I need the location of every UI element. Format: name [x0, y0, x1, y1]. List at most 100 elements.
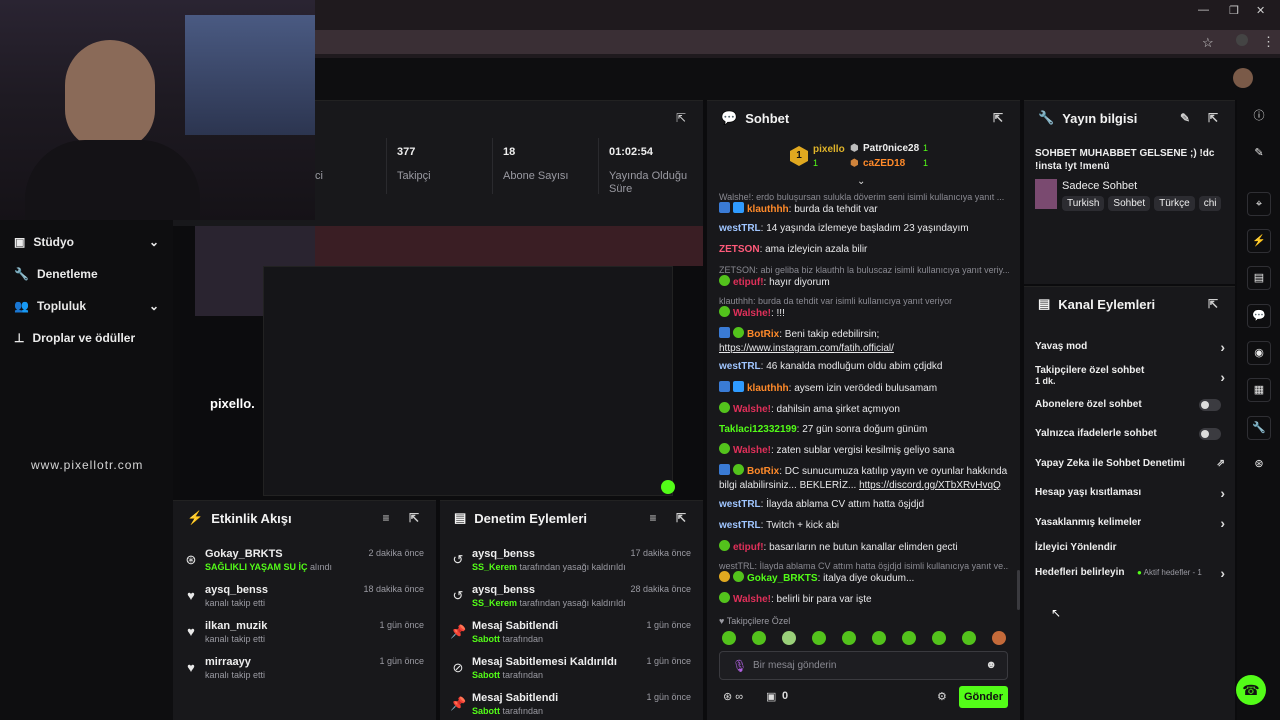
- feed-highlight[interactable]: Sabott: [472, 634, 500, 644]
- popout-icon[interactable]: ⇱: [406, 511, 422, 525]
- chat-link[interactable]: https://www.instagram.com/fatih.official…: [719, 343, 894, 354]
- gift-icon[interactable]: ▣: [766, 690, 776, 703]
- stream-category[interactable]: Sadece Sohbet: [1062, 180, 1137, 192]
- chat-username[interactable]: BotRix: [747, 329, 779, 340]
- feed-highlight[interactable]: SS_Kerem: [472, 598, 517, 608]
- raid-row[interactable]: İzleyici Yönlendir: [1035, 542, 1225, 553]
- chat-username[interactable]: Walshe!: [733, 308, 771, 319]
- layout-icon[interactable]: ▦: [1247, 378, 1271, 402]
- chat-message[interactable]: etipuf!: basarıların ne butun kanallar e…: [719, 540, 1009, 555]
- emote-icon[interactable]: [842, 631, 856, 645]
- user-avatar[interactable]: [1233, 68, 1253, 88]
- chat-username[interactable]: etipuf!: [733, 542, 764, 553]
- emote-icon[interactable]: [782, 631, 796, 645]
- expand-leaderboard-icon[interactable]: ⌄: [857, 176, 865, 187]
- feed-name[interactable]: aysq_benss: [472, 548, 535, 560]
- chat-username[interactable]: BotRix: [747, 466, 779, 477]
- tag[interactable]: Türkçe: [1154, 196, 1195, 211]
- chat-message[interactable]: klauthhh: aysem izin verödedi bulusamam: [719, 381, 1009, 396]
- emoji-icon[interactable]: ☻: [985, 659, 997, 671]
- chat-username[interactable]: etipuf!: [733, 277, 764, 288]
- chat-bubble-icon[interactable]: 💬: [1247, 304, 1271, 328]
- chat-message[interactable]: Walshe!: zaten sublar vergisi kesilmiş g…: [719, 443, 1009, 458]
- emote-icon[interactable]: [752, 631, 766, 645]
- stream-preview[interactable]: pixello.: [173, 226, 703, 500]
- emote-icon[interactable]: [992, 631, 1006, 645]
- microphone-icon[interactable]: 🎙: [732, 659, 747, 673]
- banned-words-row[interactable]: Yasaklanmış kelimeler ›: [1035, 515, 1225, 531]
- tag[interactable]: Turkish: [1062, 196, 1105, 211]
- channel-points-icon[interactable]: ⊛ ∞: [723, 690, 743, 703]
- address-bar[interactable]: [200, 30, 1280, 54]
- emote-icon[interactable]: [722, 631, 736, 645]
- popout-icon[interactable]: ⇱: [1205, 297, 1221, 311]
- followers-only-row[interactable]: Takipçilere özel sohbet 1 dk. ›: [1035, 365, 1225, 387]
- subscribers-only-row[interactable]: Abonelere özel sohbet: [1035, 399, 1225, 411]
- chat-message[interactable]: etipuf!: hayır diyorum: [719, 275, 1009, 290]
- chat-username[interactable]: westTRL: [719, 499, 761, 510]
- emotes-only-row[interactable]: Yalnızca ifadelerle sohbet: [1035, 428, 1225, 440]
- subscribers-only-toggle[interactable]: [1199, 399, 1221, 411]
- feed-highlight[interactable]: SS_Kerem: [472, 562, 517, 572]
- broadcast-icon[interactable]: ◉: [1247, 341, 1271, 365]
- chat-message[interactable]: Walshe!: dahilsin ama şirket açmıyon: [719, 402, 1009, 417]
- popout-icon[interactable]: ⇱: [990, 111, 1006, 125]
- close-icon[interactable]: ✕: [1256, 4, 1265, 17]
- chat-username[interactable]: Walshe!: [733, 594, 771, 605]
- document-icon[interactable]: ▤: [1247, 266, 1271, 290]
- send-button[interactable]: Gönder: [959, 686, 1008, 708]
- goals-row[interactable]: Hedefleri belirleyin ● Aktif hedefler - 1…: [1035, 565, 1225, 581]
- feed-name[interactable]: mirraayy: [205, 656, 251, 668]
- emote-icon[interactable]: [962, 631, 976, 645]
- chat-message[interactable]: Taklaci12332199: 27 gün sonra doğum günü…: [719, 423, 1009, 437]
- sidebar-item-studio[interactable]: ▣ Stüdyo ⌄: [14, 235, 159, 249]
- emote-icon[interactable]: [812, 631, 826, 645]
- chat-message[interactable]: westTRL: 14 yaşında izlemeye başladım 23…: [719, 222, 1009, 236]
- filter-icon[interactable]: ≡: [378, 511, 394, 525]
- help-support-icon[interactable]: ☎: [1236, 675, 1266, 705]
- settings-gear-icon[interactable]: ⚙: [937, 690, 947, 703]
- tag[interactable]: Sohbet: [1108, 196, 1151, 211]
- minimize-icon[interactable]: —: [1198, 4, 1209, 16]
- feed-highlight[interactable]: Sabott: [472, 670, 500, 680]
- leaderboard-second-name[interactable]: Patr0nice28: [863, 143, 919, 154]
- chat-username[interactable]: westTRL: [719, 520, 761, 531]
- chat-username[interactable]: Walshe!: [733, 404, 771, 415]
- emote-icon[interactable]: [932, 631, 946, 645]
- bookmark-star-icon[interactable]: ☆: [1202, 35, 1214, 51]
- tag[interactable]: chi: [1198, 196, 1222, 211]
- chat-message[interactable]: westTRL: Twitch + kick abi: [719, 519, 1009, 533]
- edit-icon[interactable]: ✎: [1177, 111, 1193, 125]
- sidebar-item-moderation[interactable]: 🔧 Denetleme: [14, 267, 98, 281]
- chat-username[interactable]: westTRL: [719, 361, 761, 372]
- chat-message[interactable]: westTRL: 46 kanalda modluğum oldu abim ç…: [719, 360, 1009, 374]
- community-icon[interactable]: ⊛: [1247, 453, 1271, 477]
- chat-message[interactable]: Walshe!: !!!: [719, 306, 1009, 321]
- sidebar-item-drops[interactable]: ⊥ Droplar ve ödüller: [14, 331, 135, 345]
- maximize-icon[interactable]: ❐: [1229, 4, 1239, 17]
- chat-message[interactable]: ZETSON: ama izleyicin azala bilir: [719, 243, 1009, 257]
- chat-message[interactable]: BotRix: DC sunucumuza katılıp yayın ve o…: [719, 464, 1009, 493]
- extension-icon[interactable]: [1236, 34, 1248, 46]
- chat-username[interactable]: Gokay_BRKTS: [747, 573, 818, 584]
- clip-icon[interactable]: ⌖: [1247, 192, 1271, 216]
- emote-icon[interactable]: [902, 631, 916, 645]
- leaderboard-third-name[interactable]: caZED18: [863, 158, 905, 169]
- leaderboard-first-name[interactable]: pixello: [813, 144, 845, 155]
- feed-highlight[interactable]: Sabott: [472, 706, 500, 716]
- chat-username[interactable]: Taklaci12332199: [719, 424, 797, 435]
- wrench-icon[interactable]: 🔧: [1247, 416, 1271, 440]
- feed-name[interactable]: ilkan_muzik: [205, 620, 267, 632]
- popout-icon[interactable]: ⇱: [1205, 111, 1221, 125]
- popout-icon[interactable]: ⇱: [673, 511, 689, 525]
- ai-moderation-row[interactable]: Yapay Zeka ile Sohbet Denetimi ⇗: [1035, 458, 1225, 469]
- chat-message[interactable]: klauthhh: burda da tehdit var: [719, 202, 1009, 217]
- slow-mode-row[interactable]: Yavaş mod ›: [1035, 339, 1225, 355]
- chat-message[interactable]: Gokay_BRKTS: italya diye okudum...: [719, 571, 1009, 586]
- chat-input[interactable]: 🎙 Bir mesaj gönderin ☻: [719, 651, 1008, 680]
- chat-scrollbar[interactable]: [1017, 570, 1020, 610]
- chat-link[interactable]: https://discord.gg/XTbXRvHvqQ: [859, 480, 1001, 491]
- emote-icon[interactable]: [872, 631, 886, 645]
- feed-name[interactable]: Gokay_BRKTS: [205, 548, 283, 560]
- emotes-only-toggle[interactable]: [1199, 428, 1221, 440]
